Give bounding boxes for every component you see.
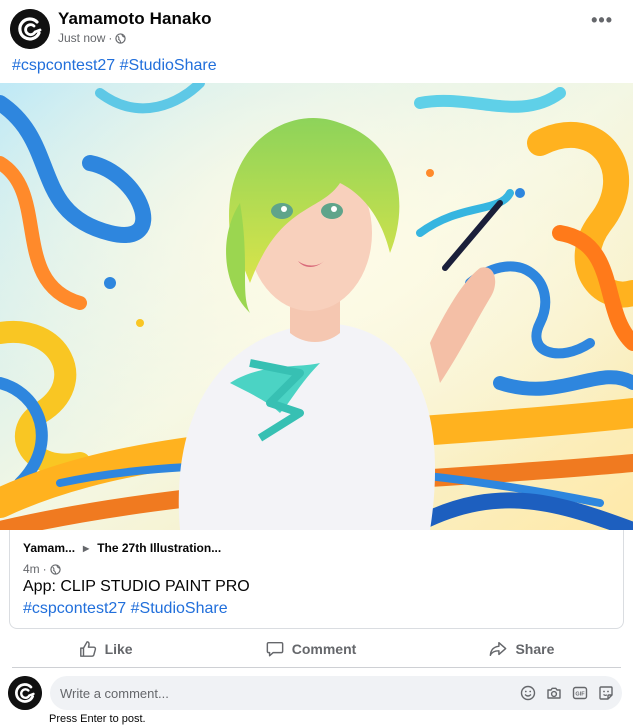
shared-post-card[interactable]: Yamam... ▶ The 27th Illustration... 4m ·… — [9, 530, 624, 629]
action-bar: Like Comment Share — [12, 632, 621, 666]
commenter-avatar[interactable] — [8, 676, 42, 710]
author-name[interactable]: Yamamoto Hanako — [58, 9, 212, 29]
like-label: Like — [104, 641, 133, 657]
post-image[interactable] — [0, 83, 633, 530]
post-timestamp[interactable]: Just now — [58, 31, 105, 45]
clip-studio-logo — [10, 9, 50, 49]
camera-icon[interactable] — [546, 684, 562, 701]
breadcrumb: Yamam... ▶ The 27th Illustration... — [23, 541, 221, 555]
hashtag-link[interactable]: #cspcontest27 — [12, 57, 115, 74]
globe-icon — [49, 563, 61, 575]
like-button[interactable]: Like — [79, 640, 133, 658]
clip-studio-logo — [8, 676, 42, 710]
card-timestamp[interactable]: 4m — [23, 562, 40, 576]
comment-input[interactable] — [60, 676, 510, 710]
card-hashtags: #cspcontest27 #StudioShare — [23, 600, 228, 618]
card-meta: 4m · — [23, 562, 61, 576]
share-button[interactable]: Share — [489, 640, 554, 658]
avatar[interactable] — [10, 9, 50, 49]
hashtag-link[interactable]: #StudioShare — [131, 600, 228, 617]
hashtag-link[interactable]: #StudioShare — [120, 57, 217, 74]
hashtag-link[interactable]: #cspcontest27 — [23, 600, 126, 617]
sticker-icon[interactable] — [598, 684, 614, 701]
breadcrumb-to[interactable]: The 27th Illustration... — [97, 541, 221, 555]
post-hashtags: #cspcontest27 #StudioShare — [12, 57, 217, 75]
meta-separator: · — [108, 31, 113, 45]
breadcrumb-from[interactable]: Yamam... — [23, 541, 75, 555]
comment-hint: Press Enter to post. — [49, 713, 146, 725]
post-header: Yamamoto Hanako Just now · ••• — [0, 0, 633, 56]
divider — [12, 667, 621, 668]
illustration — [0, 83, 633, 530]
gif-icon[interactable]: GIF — [572, 684, 588, 701]
share-arrow-icon — [490, 641, 507, 657]
share-label: Share — [515, 641, 555, 657]
comment-tools: GIF — [520, 684, 614, 701]
comment-button[interactable]: Comment — [266, 640, 357, 658]
meta-separator: · — [42, 562, 47, 576]
comment-label: Comment — [291, 641, 357, 657]
emoji-icon[interactable] — [520, 684, 536, 701]
thumbs-up-icon — [79, 641, 96, 657]
globe-icon — [115, 32, 127, 44]
speech-bubble-icon — [266, 641, 284, 657]
svg-text:GIF: GIF — [575, 691, 585, 697]
triangle-right-icon: ▶ — [83, 543, 90, 553]
card-text: App: CLIP STUDIO PAINT PRO — [23, 578, 250, 595]
comment-composer: GIF — [50, 676, 622, 710]
more-options-button[interactable]: ••• — [591, 11, 613, 29]
post-meta: Just now · — [58, 31, 127, 45]
